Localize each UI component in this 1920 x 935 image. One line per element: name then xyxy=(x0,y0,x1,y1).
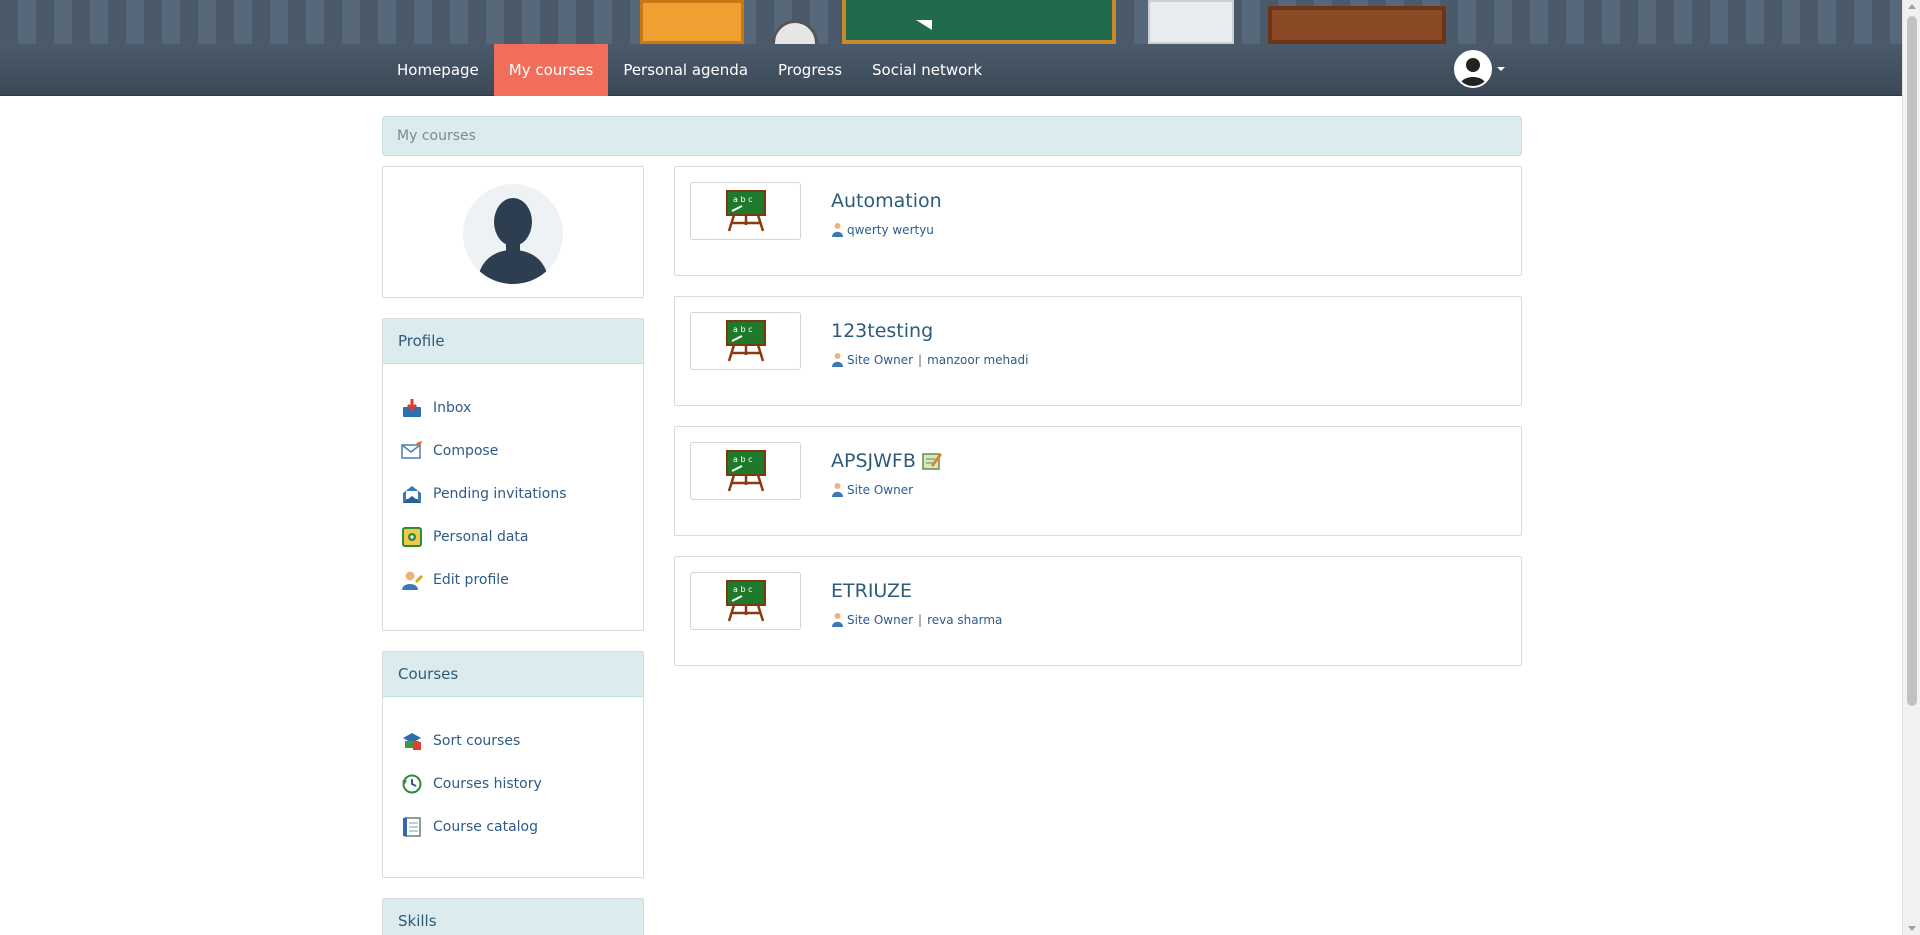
course-card: a b c ETRIUZE Site Owner | reva sharma xyxy=(674,556,1522,666)
course-title-link[interactable]: ETRIUZE xyxy=(831,580,912,602)
inbox-icon xyxy=(401,397,423,419)
sidebar-item-label: Sort courses xyxy=(433,732,521,749)
teacher-icon xyxy=(831,482,844,497)
sidebar-item-sort-courses[interactable]: Sort courses xyxy=(383,719,643,762)
invitations-icon xyxy=(401,483,423,505)
course-teachers: Site Owner xyxy=(831,482,913,497)
profile-panel-title: Profile xyxy=(383,319,643,364)
sidebar-item-compose[interactable]: Compose xyxy=(383,429,643,472)
teacher-icon xyxy=(831,222,844,237)
sidebar-item-edit-profile[interactable]: Edit profile xyxy=(383,558,643,601)
teacher-link[interactable]: Site Owner xyxy=(847,613,913,627)
user-menu-toggle[interactable] xyxy=(1454,50,1505,88)
sidebar-item-personal-data[interactable]: Personal data xyxy=(383,515,643,558)
course-teachers: qwerty wertyu xyxy=(831,222,934,237)
page-scrollbar[interactable] xyxy=(1902,0,1920,935)
profile-panel: Profile Inbox Compose Pending invitation… xyxy=(382,318,644,631)
teacher-link[interactable]: qwerty wertyu xyxy=(847,223,934,237)
sidebar-item-label: Personal data xyxy=(433,528,529,545)
scrollbar-thumb[interactable] xyxy=(1907,16,1917,706)
nav-social-network[interactable]: Social network xyxy=(857,44,997,96)
compose-icon xyxy=(401,440,423,462)
course-title-link[interactable]: Automation xyxy=(831,190,942,212)
teacher-icon xyxy=(831,612,844,627)
scroll-down-icon[interactable] xyxy=(1908,926,1916,931)
chevron-down-icon xyxy=(1497,67,1505,71)
teacher-link[interactable]: Site Owner xyxy=(847,483,913,497)
teacher-icon xyxy=(831,352,844,367)
sidebar-item-inbox[interactable]: Inbox xyxy=(383,386,643,429)
course-teachers: Site Owner | reva sharma xyxy=(831,612,1002,627)
sidebar-item-courses-history[interactable]: Courses history xyxy=(383,762,643,805)
blackboard-icon: a b c xyxy=(725,580,766,622)
sort-courses-icon xyxy=(401,730,423,752)
sidebar-item-label: Pending invitations xyxy=(433,485,567,502)
personal-data-icon xyxy=(401,526,423,548)
sidebar-item-label: Edit profile xyxy=(433,571,509,588)
breadcrumb: My courses xyxy=(382,116,1522,156)
sidebar-item-label: Compose xyxy=(433,442,499,459)
banner-clock xyxy=(772,20,818,44)
teacher-separator: | xyxy=(918,612,923,627)
skills-panel-title: Skills xyxy=(383,899,643,935)
skills-panel: Skills xyxy=(382,898,644,935)
teacher-separator: | xyxy=(918,352,923,367)
banner-paper-plane xyxy=(900,20,932,30)
main-navbar: Homepage My courses Personal agenda Prog… xyxy=(0,44,1902,96)
history-icon xyxy=(401,773,423,795)
courses-panel-title: Courses xyxy=(383,652,643,697)
edit-profile-icon xyxy=(401,569,423,591)
svg-text:a b c: a b c xyxy=(733,455,752,464)
teacher-link[interactable]: Site Owner xyxy=(847,353,913,367)
sidebar-item-course-catalog[interactable]: Course catalog xyxy=(383,805,643,848)
banner-document xyxy=(1148,0,1234,44)
blackboard-icon: a b c xyxy=(725,320,766,362)
nav-personal-agenda[interactable]: Personal agenda xyxy=(608,44,763,96)
nav-menu: Homepage My courses Personal agenda Prog… xyxy=(382,44,997,96)
teacher-link[interactable]: reva sharma xyxy=(927,613,1002,627)
user-picture-panel xyxy=(382,166,644,298)
scroll-up-icon[interactable] xyxy=(1908,4,1916,9)
sidebar-item-label: Courses history xyxy=(433,775,542,792)
header-banner xyxy=(0,0,1920,44)
edit-course-icon[interactable] xyxy=(921,451,943,471)
banner-chalkboard xyxy=(842,0,1116,44)
nav-homepage[interactable]: Homepage xyxy=(382,44,494,96)
sidebar-item-label: Inbox xyxy=(433,399,472,416)
person-silhouette-icon xyxy=(477,198,549,284)
course-thumbnail[interactable]: a b c xyxy=(690,442,801,500)
sidebar-item-label: Course catalog xyxy=(433,818,539,835)
banner-door xyxy=(640,0,744,44)
svg-text:a b c: a b c xyxy=(733,325,752,334)
svg-text:a b c: a b c xyxy=(733,195,752,204)
courses-panel: Courses Sort courses Courses history Cou… xyxy=(382,651,644,878)
course-thumbnail[interactable]: a b c xyxy=(690,312,801,370)
catalog-icon xyxy=(401,816,423,838)
banner-bookshelf xyxy=(1268,6,1446,44)
course-card: a b c Automation qwerty wertyu xyxy=(674,166,1522,276)
course-title-link[interactable]: 123testing xyxy=(831,320,933,342)
course-teachers: Site Owner | manzoor mehadi xyxy=(831,352,1028,367)
course-card: a b c 123testing Site Owner | manzoor me… xyxy=(674,296,1522,406)
nav-progress[interactable]: Progress xyxy=(763,44,857,96)
course-card: a b c APSJWFB Site Owner xyxy=(674,426,1522,536)
user-avatar-icon xyxy=(1454,50,1492,88)
svg-text:a b c: a b c xyxy=(733,585,752,594)
course-thumbnail[interactable]: a b c xyxy=(690,572,801,630)
teacher-link[interactable]: manzoor mehadi xyxy=(927,353,1028,367)
blackboard-icon: a b c xyxy=(725,190,766,232)
sidebar-item-pending-invitations[interactable]: Pending invitations xyxy=(383,472,643,515)
course-title-text: APSJWFB xyxy=(831,450,916,472)
nav-my-courses[interactable]: My courses xyxy=(493,44,609,96)
course-thumbnail[interactable]: a b c xyxy=(690,182,801,240)
blackboard-icon: a b c xyxy=(725,450,766,492)
course-title-link[interactable]: APSJWFB xyxy=(831,450,943,472)
profile-avatar[interactable] xyxy=(463,184,563,284)
